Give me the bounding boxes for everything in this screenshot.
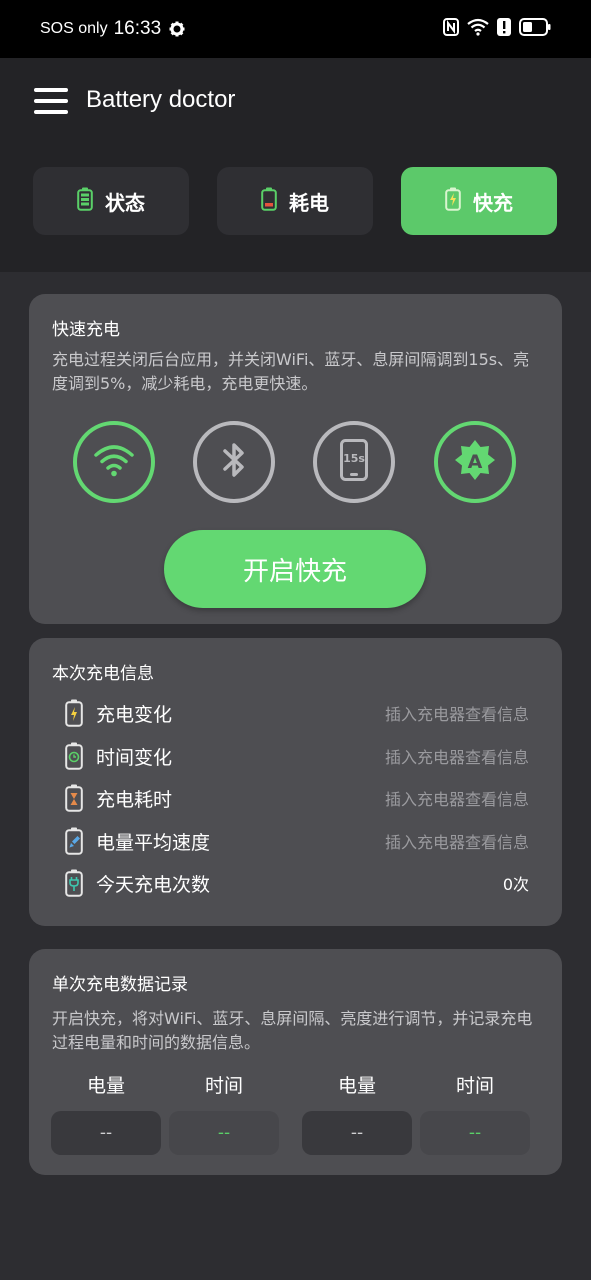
bluetooth-toggle[interactable] bbox=[193, 421, 275, 503]
column-header: 时间 bbox=[455, 1075, 494, 1097]
brightness-toggle[interactable]: A bbox=[434, 421, 516, 503]
bluetooth-icon bbox=[219, 440, 249, 484]
battery-hourglass-icon bbox=[63, 783, 85, 813]
wifi-toggle[interactable] bbox=[73, 421, 155, 503]
battery-plug-icon bbox=[63, 868, 85, 898]
tab-label: 快充 bbox=[473, 190, 513, 215]
battery-status-icon bbox=[77, 187, 93, 216]
row-value: 0次 bbox=[502, 875, 529, 894]
list-item: 充电耗时 插入充电器查看信息 bbox=[63, 783, 529, 813]
row-label: 充电耗时 bbox=[96, 788, 173, 811]
record-cell: -- bbox=[51, 1111, 161, 1155]
battery-charging-icon bbox=[445, 187, 461, 216]
list-item: 电量平均速度 插入充电器查看信息 bbox=[63, 826, 529, 856]
tab-drain[interactable]: 耗电 bbox=[217, 167, 373, 235]
list-item: 充电变化 插入充电器查看信息 bbox=[63, 698, 529, 728]
battery-clock-icon bbox=[63, 741, 85, 771]
fast-charge-card: 快速充电 充电过程关闭后台应用，并关闭WiFi、蓝牙、息屏间隔调到15s、亮度调… bbox=[29, 294, 562, 624]
record-cell: -- bbox=[169, 1111, 279, 1155]
nfc-icon bbox=[443, 17, 459, 41]
row-label: 充电变化 bbox=[96, 703, 173, 726]
app-header: Battery doctor 状态 耗电 快充 bbox=[0, 58, 591, 272]
tab-status[interactable]: 状态 bbox=[33, 167, 189, 235]
tab-label: 耗电 bbox=[289, 190, 329, 215]
row-value: 插入充电器查看信息 bbox=[384, 790, 529, 809]
row-value: 插入充电器查看信息 bbox=[384, 748, 529, 767]
wifi-icon bbox=[94, 443, 134, 481]
row-value: 插入充电器查看信息 bbox=[384, 705, 529, 724]
row-value: 插入充电器查看信息 bbox=[384, 833, 529, 852]
screen-timeout-toggle[interactable]: 15s bbox=[313, 421, 395, 503]
list-item: 今天充电次数 0次 bbox=[63, 868, 529, 898]
status-bar: SOS only 16:33 bbox=[0, 0, 591, 58]
start-fast-charge-button[interactable]: 开启快充 bbox=[164, 530, 426, 608]
record-cell: -- bbox=[420, 1111, 530, 1155]
battery-drain-icon bbox=[261, 187, 277, 216]
tab-fast-charge[interactable]: 快充 bbox=[401, 167, 557, 235]
battery-level-icon bbox=[519, 17, 551, 41]
tab-bar: 状态 耗电 快充 bbox=[33, 167, 557, 235]
record-cell: -- bbox=[302, 1111, 412, 1155]
tab-label: 状态 bbox=[105, 190, 145, 215]
gear-icon bbox=[169, 21, 185, 37]
clock: 16:33 bbox=[113, 18, 162, 39]
card-description: 开启快充，将对WiFi、蓝牙、息屏间隔、亮度进行调节，并记录充电过程电量和时间的… bbox=[52, 1009, 533, 1052]
card-description: 充电过程关闭后台应用，并关闭WiFi、蓝牙、息屏间隔调到15s、亮度调到5%，减… bbox=[52, 350, 530, 393]
battery-bolt-icon bbox=[63, 698, 85, 728]
column-header: 电量 bbox=[337, 1075, 376, 1097]
column-header: 时间 bbox=[204, 1075, 243, 1097]
card-title: 本次充电信息 bbox=[52, 664, 154, 684]
status-icons bbox=[443, 17, 551, 41]
row-label: 时间变化 bbox=[96, 746, 173, 769]
carrier-text: SOS only bbox=[40, 20, 108, 37]
timeout-label: 15s bbox=[343, 452, 365, 465]
list-item: 时间变化 插入充电器查看信息 bbox=[63, 741, 529, 771]
alert-icon bbox=[497, 17, 511, 41]
brightness-label: A bbox=[467, 451, 483, 473]
card-title: 快速充电 bbox=[52, 320, 120, 340]
app-title: Battery doctor bbox=[86, 86, 236, 113]
row-label: 今天充电次数 bbox=[96, 873, 211, 896]
menu-icon[interactable] bbox=[34, 88, 68, 118]
card-title: 单次充电数据记录 bbox=[52, 975, 188, 995]
charge-info-card: 本次充电信息 充电变化 插入充电器查看信息 时间变化 插入充电器查看信息 充电耗… bbox=[29, 638, 562, 926]
records-card: 单次充电数据记录 开启快充，将对WiFi、蓝牙、息屏间隔、亮度进行调节，并记录充… bbox=[29, 949, 562, 1175]
wifi-status-icon bbox=[467, 18, 489, 41]
row-label: 电量平均速度 bbox=[96, 831, 211, 854]
column-header: 电量 bbox=[86, 1075, 125, 1097]
battery-rocket-icon bbox=[63, 826, 85, 856]
